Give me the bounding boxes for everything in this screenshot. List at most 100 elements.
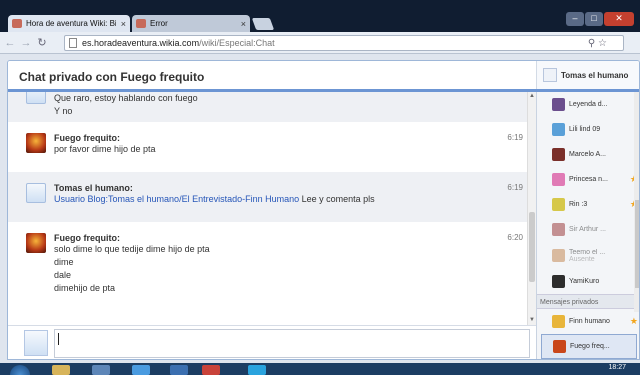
avatar bbox=[552, 198, 565, 211]
zoom-star-icon[interactable]: ⚲ ☆ bbox=[588, 38, 607, 49]
username: Teemo el ... bbox=[569, 248, 606, 256]
os-taskbar: 18:27 bbox=[0, 363, 640, 375]
user-status: Ausente bbox=[569, 255, 595, 263]
browser-tab-bar: Hora de aventura Wiki: Bi × Error × – □ … bbox=[0, 0, 640, 32]
scroll-down-icon[interactable]: ▼ bbox=[528, 316, 536, 325]
user-list-item[interactable]: Marcelo A... bbox=[537, 142, 639, 167]
close-tab-icon[interactable]: × bbox=[121, 19, 126, 29]
url-path: /wiki/Especial:Chat bbox=[199, 38, 275, 48]
message-line: solo dime lo que tedije dime hijo de pta bbox=[54, 244, 210, 254]
username: Finn humano bbox=[569, 318, 610, 325]
username: YamiKuro bbox=[569, 278, 600, 285]
private-messages-label: Mensajes privados bbox=[537, 294, 639, 309]
username: Leyenda d... bbox=[569, 101, 608, 108]
tab-error[interactable]: Error × bbox=[132, 15, 250, 32]
blog-link[interactable]: Usuario Blog:Tomas el humano/El Entrevis… bbox=[54, 194, 299, 204]
folder-icon[interactable] bbox=[52, 365, 70, 375]
close-window-icon[interactable]: ✕ bbox=[604, 12, 634, 26]
avatar bbox=[543, 68, 557, 82]
forward-arrow-icon[interactable]: → bbox=[20, 37, 32, 49]
user-list-scrollbar[interactable] bbox=[634, 92, 639, 312]
window-controls: – □ ✕ bbox=[566, 12, 634, 26]
message-composer bbox=[8, 325, 536, 359]
username: Princesa n... bbox=[569, 176, 608, 183]
tab-title: Error bbox=[150, 19, 168, 28]
text-caret bbox=[58, 333, 59, 345]
user-list-item[interactable]: Leyenda d... bbox=[537, 92, 639, 117]
header-user[interactable]: Tomas el humano bbox=[536, 61, 639, 89]
message-time: 6:19 bbox=[507, 183, 523, 192]
back-arrow-icon[interactable]: ← bbox=[4, 37, 16, 49]
user-list-item[interactable]: Rin :3 ★ bbox=[537, 192, 639, 217]
avatar bbox=[552, 315, 565, 328]
avatar bbox=[552, 249, 565, 262]
username: Marcelo A... bbox=[569, 151, 606, 158]
reload-icon[interactable]: ↻ bbox=[36, 36, 48, 49]
player-icon[interactable] bbox=[170, 365, 188, 375]
avatar bbox=[26, 133, 46, 153]
message-input[interactable] bbox=[54, 329, 530, 358]
media-icon[interactable] bbox=[92, 365, 110, 375]
chat-message: Fuego frequito: por favor dime hijo de p… bbox=[8, 122, 527, 172]
chat-header: Chat privado con Fuego frequito Tomas el… bbox=[8, 61, 639, 92]
message-line: dale bbox=[54, 270, 72, 280]
private-user-item[interactable]: Finn humano ★ bbox=[537, 309, 639, 334]
chat-title: Chat privado con Fuego frequito bbox=[19, 70, 205, 84]
user-list-item[interactable]: Princesa n... ★ bbox=[537, 167, 639, 192]
avatar bbox=[552, 173, 565, 186]
avatar bbox=[553, 340, 566, 353]
chat-window: Chat privado con Fuego frequito Tomas el… bbox=[7, 60, 640, 360]
chat-message: Que raro, estoy hablando con fuego Y no bbox=[8, 92, 527, 122]
ie-icon[interactable] bbox=[132, 365, 150, 375]
message-author[interactable]: Fuego frequito: bbox=[54, 122, 527, 143]
avatar bbox=[24, 330, 48, 356]
avatar bbox=[552, 98, 565, 111]
start-button-icon[interactable] bbox=[10, 365, 30, 375]
wikia-favicon-icon bbox=[136, 19, 146, 28]
message-line: por favor dime hijo de pta bbox=[54, 144, 156, 154]
avatar bbox=[26, 92, 46, 104]
tab-title: Hora de aventura Wiki: Bi bbox=[26, 19, 116, 28]
message-line: dime bbox=[54, 257, 74, 267]
message-text: Lee y comenta pls bbox=[299, 194, 375, 204]
avatar bbox=[552, 123, 565, 136]
taskbar-clock: 18:27 bbox=[608, 364, 626, 371]
user-list-item[interactable]: Sir Arthur ... bbox=[537, 217, 639, 242]
minimize-icon[interactable]: – bbox=[566, 12, 584, 26]
message-line: dimehijo de pta bbox=[54, 283, 116, 293]
tab-wiki[interactable]: Hora de aventura Wiki: Bi × bbox=[8, 15, 130, 32]
chrome-icon[interactable] bbox=[202, 365, 220, 375]
user-list-panel: Leyenda d... Lili lind 09 Marcelo A... P… bbox=[536, 92, 639, 359]
avatar bbox=[552, 275, 565, 288]
user-list-item[interactable]: Teemo el ... Ausente bbox=[537, 242, 639, 269]
message-author[interactable]: Tomas el humano: bbox=[54, 172, 527, 193]
username: Fuego freq... bbox=[570, 343, 610, 350]
scroll-thumb[interactable] bbox=[529, 212, 535, 282]
scroll-thumb[interactable] bbox=[635, 200, 639, 288]
chat-message: Tomas el humano: Usuario Blog:Tomas el h… bbox=[8, 172, 527, 222]
maximize-icon[interactable]: □ bbox=[585, 12, 603, 26]
username: Sir Arthur ... bbox=[569, 226, 606, 233]
avatar bbox=[552, 223, 565, 236]
scroll-up-icon[interactable]: ▲ bbox=[528, 92, 536, 101]
user-list-item[interactable]: YamiKuro bbox=[537, 269, 639, 294]
chat-message: Fuego frequito: solo dime lo que tedije … bbox=[8, 222, 527, 312]
skype-icon[interactable] bbox=[248, 365, 266, 375]
close-tab-icon[interactable]: × bbox=[241, 19, 246, 29]
address-bar[interactable]: es.horadeaventura.wikia.com /wiki/Especi… bbox=[64, 35, 624, 51]
message-author[interactable]: Fuego frequito: bbox=[54, 222, 527, 243]
private-user-item[interactable]: Fuego freq... bbox=[541, 334, 637, 359]
new-tab-button[interactable] bbox=[251, 18, 275, 30]
url-host: es.horadeaventura.wikia.com bbox=[82, 38, 200, 48]
message-line: Usuario Blog:Tomas el humano/El Entrevis… bbox=[54, 193, 527, 206]
page-icon bbox=[69, 38, 77, 48]
message-scrollbar[interactable]: ▲ ▼ bbox=[527, 92, 536, 325]
user-list-item[interactable]: Lili lind 09 bbox=[537, 117, 639, 142]
username: Lili lind 09 bbox=[569, 126, 601, 133]
avatar bbox=[26, 183, 46, 203]
message-time: 6:20 bbox=[507, 233, 523, 242]
message-line: Que raro, estoy hablando con fuego bbox=[54, 93, 198, 103]
username: Rin :3 bbox=[569, 201, 588, 208]
avatar bbox=[552, 148, 565, 161]
user-info: Teemo el ... Ausente bbox=[569, 249, 605, 263]
